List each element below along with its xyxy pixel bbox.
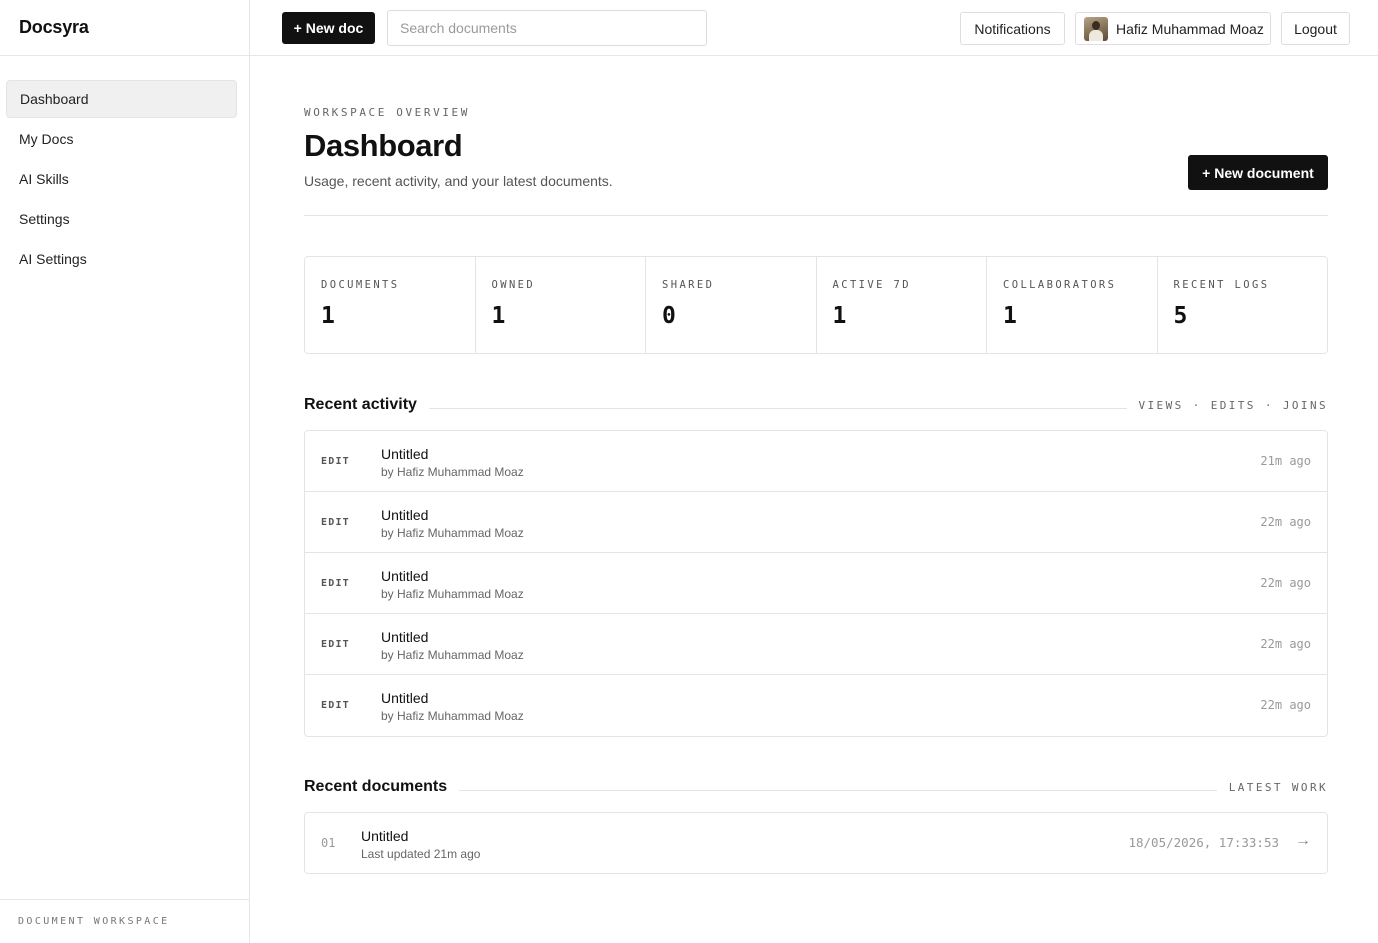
activity-kind: EDIT — [321, 517, 350, 528]
header-divider — [304, 215, 1328, 216]
document-date: 18/05/2026, 17:33:53 — [1128, 835, 1279, 850]
activity-title: Untitled — [381, 446, 429, 462]
new-doc-button[interactable]: + New doc — [282, 12, 375, 44]
logout-button[interactable]: Logout — [1281, 12, 1350, 45]
stat-label: OWNED — [491, 279, 536, 291]
sidebar: Docsyra Dashboard My Docs AI Skills Sett… — [0, 0, 250, 943]
stat-value: 1 — [321, 303, 335, 329]
sidebar-item-ai-settings[interactable]: AI Settings — [6, 240, 237, 278]
stat-value: 1 — [1003, 303, 1017, 329]
activity-author: by Hafiz Muhammad Moaz — [381, 587, 524, 601]
list-item[interactable]: EDIT Untitled by Hafiz Muhammad Moaz 21m… — [305, 431, 1327, 492]
recent-documents-header: Recent documents LATEST WORK — [304, 778, 1328, 796]
stat-label: COLLABORATORS — [1003, 279, 1117, 291]
stat-label: ACTIVE 7D — [832, 279, 911, 291]
topbar: + New doc Notifications Hafiz Muhammad M… — [250, 0, 1378, 56]
list-item[interactable]: EDIT Untitled by Hafiz Muhammad Moaz 22m… — [305, 675, 1327, 736]
stat-active-7d: ACTIVE 7D 1 — [817, 257, 987, 353]
activity-author: by Hafiz Muhammad Moaz — [381, 648, 524, 662]
user-menu-button[interactable]: Hafiz Muhammad Moaz — [1075, 12, 1271, 45]
avatar — [1084, 16, 1108, 41]
activity-time: 22m ago — [1260, 637, 1311, 651]
brand-logo[interactable]: Docsyra — [0, 0, 249, 56]
documents-list: 01 Untitled Last updated 21m ago 18/05/2… — [304, 812, 1328, 874]
stat-shared: SHARED 0 — [646, 257, 817, 353]
activity-time: 21m ago — [1260, 454, 1311, 468]
activity-author: by Hafiz Muhammad Moaz — [381, 465, 524, 479]
sidebar-item-my-docs[interactable]: My Docs — [6, 120, 237, 158]
stat-recent-logs: RECENT LOGS 5 — [1158, 257, 1328, 353]
section-title: Recent documents — [304, 778, 448, 795]
stat-label: SHARED — [662, 279, 715, 291]
sidebar-item-dashboard[interactable]: Dashboard — [6, 80, 237, 118]
user-name: Hafiz Muhammad Moaz — [1116, 20, 1264, 37]
section-title: Recent activity — [304, 396, 417, 413]
stat-value: 5 — [1173, 303, 1188, 329]
section-meta: LATEST WORK — [1228, 780, 1328, 794]
stat-value: 0 — [662, 303, 676, 329]
search-input[interactable] — [387, 10, 707, 46]
activity-list: EDIT Untitled by Hafiz Muhammad Moaz 21m… — [304, 430, 1328, 737]
page-title: Dashboard — [304, 128, 463, 163]
activity-title: Untitled — [381, 568, 429, 584]
document-index: 01 — [321, 836, 336, 850]
sidebar-nav: Dashboard My Docs AI Skills Settings AI … — [0, 56, 249, 278]
activity-kind: EDIT — [321, 700, 350, 711]
activity-title: Untitled — [381, 690, 429, 706]
sidebar-footer-label: DOCUMENT WORKSPACE — [0, 899, 249, 943]
stat-value: 1 — [491, 303, 506, 329]
section-divider — [459, 789, 1217, 791]
document-title: Untitled — [361, 828, 409, 844]
activity-time: 22m ago — [1260, 515, 1311, 529]
stat-label: RECENT LOGS — [1173, 279, 1270, 291]
stat-label: DOCUMENTS — [321, 279, 400, 291]
stat-collaborators: COLLABORATORS 1 — [987, 257, 1158, 353]
new-document-button[interactable]: + New document — [1188, 155, 1328, 190]
sidebar-item-settings[interactable]: Settings — [6, 200, 237, 238]
activity-kind: EDIT — [321, 578, 350, 589]
sidebar-item-ai-skills[interactable]: AI Skills — [6, 160, 237, 198]
stats-panel: DOCUMENTS 1 OWNED 1 SHARED 0 ACTIVE 7D 1… — [304, 256, 1328, 354]
list-item[interactable]: EDIT Untitled by Hafiz Muhammad Moaz 22m… — [305, 614, 1327, 675]
notifications-button[interactable]: Notifications — [960, 12, 1065, 45]
page-eyebrow: WORKSPACE OVERVIEW — [304, 106, 471, 119]
activity-kind: EDIT — [321, 639, 350, 650]
page-subtitle: Usage, recent activity, and your latest … — [304, 173, 613, 189]
stat-owned: OWNED 1 — [476, 257, 646, 353]
document-row[interactable]: 01 Untitled Last updated 21m ago 18/05/2… — [305, 813, 1327, 873]
list-item[interactable]: EDIT Untitled by Hafiz Muhammad Moaz 22m… — [305, 492, 1327, 553]
section-meta: VIEWS · EDITS · JOINS — [1138, 398, 1328, 412]
activity-author: by Hafiz Muhammad Moaz — [381, 709, 524, 723]
list-item[interactable]: EDIT Untitled by Hafiz Muhammad Moaz 22m… — [305, 553, 1327, 614]
activity-title: Untitled — [381, 629, 429, 645]
stat-value: 1 — [832, 303, 847, 329]
recent-activity-header: Recent activity VIEWS · EDITS · JOINS — [304, 396, 1328, 414]
activity-time: 22m ago — [1260, 576, 1311, 590]
activity-kind: EDIT — [321, 456, 350, 467]
section-divider — [428, 407, 1127, 409]
activity-title: Untitled — [381, 507, 429, 523]
arrow-right-icon[interactable]: → — [1295, 832, 1311, 850]
document-updated: Last updated 21m ago — [361, 847, 481, 861]
activity-author: by Hafiz Muhammad Moaz — [381, 526, 524, 540]
stat-documents: DOCUMENTS 1 — [305, 257, 476, 353]
activity-time: 22m ago — [1260, 698, 1311, 712]
